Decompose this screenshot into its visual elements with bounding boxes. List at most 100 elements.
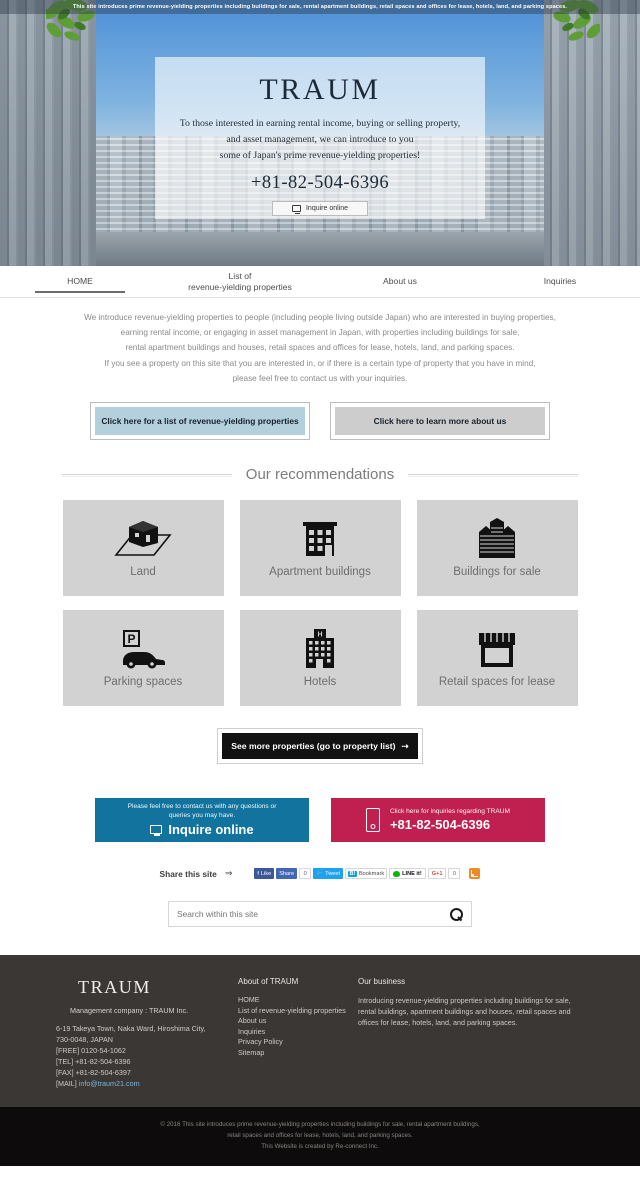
storefront-icon xyxy=(475,628,519,670)
facebook-like-button[interactable]: f Like xyxy=(254,868,275,880)
google-plus-label: G+1 xyxy=(431,870,443,877)
hero-phone-number: +81-82-504-6396 xyxy=(250,173,390,193)
category-tile-land-label: Land xyxy=(130,566,156,579)
nav-item-about-us[interactable]: About us xyxy=(320,266,480,298)
intro-paragraph: We introduce revenue-yielding properties… xyxy=(0,298,640,386)
hero-inquire-online-label: Inquire online xyxy=(305,205,349,212)
footer-link-property-list[interactable]: List of revenue-yielding properties xyxy=(238,1006,358,1017)
parking-car-icon: P xyxy=(117,628,169,670)
footer-mail-link[interactable]: info@traum21.com xyxy=(79,1079,140,1088)
category-tile-hotels-label: Hotels xyxy=(303,676,337,689)
monitor-icon xyxy=(150,824,163,837)
intro-line-4: If you see a property on this site that … xyxy=(104,358,536,368)
mobile-phone-icon xyxy=(365,808,380,833)
site-search-box[interactable] xyxy=(168,901,472,928)
category-tile-parking-spaces-label: Parking spaces xyxy=(103,676,183,689)
footer-link-home[interactable]: HOME xyxy=(238,995,358,1006)
facebook-share-button[interactable]: Share xyxy=(276,868,298,880)
see-more-properties-label: See more properties (go to property list… xyxy=(231,741,396,752)
hatena-bookmark-label: Bookmark xyxy=(358,870,385,877)
inquire-online-banner-line-2: queries you may have. xyxy=(168,812,236,820)
footer-columns: TRAUM Management company : TRAUM Inc. 6-… xyxy=(0,977,640,1089)
heading-rule-right xyxy=(408,474,578,476)
footer-address-line-2: 730-0048, JAPAN xyxy=(56,1035,114,1045)
line-share-button[interactable]: LINE it! xyxy=(389,868,426,880)
category-grid: Land Apartment buildings Buildings for s… xyxy=(0,500,640,707)
hero-banner: This site introduces prime revenue-yield… xyxy=(0,0,640,266)
line-share-label: LINE it! xyxy=(402,870,422,877)
share-label: Share this site xyxy=(159,868,217,879)
site-search-wrapper xyxy=(0,901,640,928)
rss-feed-icon[interactable] xyxy=(469,868,481,880)
intro-line-5: please feel free to contact us with your… xyxy=(232,373,408,383)
footer-link-privacy-policy[interactable]: Privacy Policy xyxy=(238,1037,358,1048)
footer-business-column: Our business Introducing revenue-yieldin… xyxy=(358,977,584,1089)
nav-item-property-list-label-1: List of xyxy=(228,270,252,281)
inquire-online-banner[interactable]: Please feel free to contact us with any … xyxy=(95,798,309,843)
category-tile-retail-spaces[interactable]: Retail spaces for lease xyxy=(416,610,578,707)
footer-link-sitemap[interactable]: Sitemap xyxy=(238,1048,358,1059)
footer-management-company: Management company : TRAUM Inc. xyxy=(70,1006,189,1016)
nav-item-home[interactable]: HOME xyxy=(0,266,160,298)
search-input[interactable] xyxy=(177,909,450,920)
see-more-wrapper: See more properties (go to property list… xyxy=(0,728,640,765)
hatena-bookmark-button[interactable]: B! Bookmark xyxy=(345,868,388,880)
category-tile-land[interactable]: Land xyxy=(62,500,224,597)
category-tile-parking-spaces[interactable]: P Parking spaces xyxy=(62,610,224,707)
twitter-tweet-label: Tweet xyxy=(325,870,341,877)
svg-text:P: P xyxy=(127,632,135,646)
cta-button-row: Click here for a list of revenue-yieldin… xyxy=(0,402,640,441)
intro-line-1: We introduce revenue-yielding properties… xyxy=(84,313,556,322)
footer-link-inquiries[interactable]: Inquiries xyxy=(238,1027,358,1038)
search-icon[interactable] xyxy=(450,907,463,921)
inquire-online-banner-label: Inquire online xyxy=(168,821,254,837)
footer-business-line-1: Introducing revenue-yielding properties … xyxy=(358,996,571,1006)
cta-about-us-button[interactable]: Click here to learn more about us xyxy=(330,402,550,441)
hero-inquire-online-button[interactable]: Inquire online xyxy=(272,201,368,216)
phone-inquiry-banner-note: Click here for inquiries regarding TRAUM xyxy=(389,808,511,816)
footer-link-about-us[interactable]: About us xyxy=(238,1016,358,1027)
cta-property-list-button[interactable]: Click here for a list of revenue-yieldin… xyxy=(90,402,310,441)
twitter-icon: 🐦 xyxy=(316,870,324,877)
line-icon xyxy=(393,870,401,877)
share-buttons: f Like Share 0 🐦 Tweet B! Bookmark LINE … xyxy=(254,868,481,880)
footer-about-column: About of TRAUM HOME List of revenue-yiel… xyxy=(238,977,358,1089)
google-plus-button[interactable]: G+1 xyxy=(427,868,447,880)
hero-right-buildings xyxy=(544,0,640,266)
footer-contact-details: 6-19 Takeya Town, Naka Ward, Hiroshima C… xyxy=(56,1023,238,1089)
site-footer: TRAUM Management company : TRAUM Inc. 6-… xyxy=(0,955,640,1108)
nav-item-home-label: HOME xyxy=(67,276,93,286)
apartment-building-icon xyxy=(299,518,341,560)
phone-inquiry-banner[interactable]: Click here for inquiries regarding TRAUM… xyxy=(331,798,545,843)
footer-mail-label: [MAIL] xyxy=(56,1079,77,1089)
twitter-tweet-button[interactable]: 🐦 Tweet xyxy=(313,868,344,880)
see-more-frame: See more properties (go to property list… xyxy=(217,728,423,765)
cta-about-us-label: Click here to learn more about us xyxy=(335,407,545,436)
hero-subtitle-line-3: some of Japan's prime revenue-yielding p… xyxy=(219,150,421,161)
category-tile-hotels[interactable]: H Hotels xyxy=(239,610,401,707)
copyright-line-1: © 2016 This site introduces prime revenu… xyxy=(160,1121,480,1129)
facebook-like-label: Like xyxy=(260,870,272,877)
hotel-icon: H xyxy=(300,628,340,670)
nav-item-property-list[interactable]: List of revenue-yielding properties xyxy=(160,266,320,298)
see-more-properties-button[interactable]: See more properties (go to property list… xyxy=(222,733,418,760)
category-tile-buildings-for-sale[interactable]: Buildings for sale xyxy=(416,500,578,597)
category-tile-buildings-for-sale-label: Buildings for sale xyxy=(453,566,541,579)
heading-rule-left xyxy=(62,474,232,476)
facebook-share-label: Share xyxy=(279,870,295,877)
main-navigation: HOME List of revenue-yielding properties… xyxy=(0,266,640,298)
recommendations-heading: Our recommendations xyxy=(62,466,578,483)
arrow-right-icon: ⇢ xyxy=(401,740,409,751)
land-icon xyxy=(110,518,176,560)
hero-subtitle: To those interested in earning rental in… xyxy=(155,116,485,164)
inquire-online-banner-line-1: Please feel free to contact us with any … xyxy=(127,803,277,811)
nav-item-inquiries[interactable]: Inquiries xyxy=(480,266,640,298)
footer-business-line-2: rental buildings, apartment buildings an… xyxy=(358,1007,571,1017)
skyscraper-icon xyxy=(475,518,519,560)
cta-property-list-label: Click here for a list of revenue-yieldin… xyxy=(95,407,305,436)
copyright-bar: © 2016 This site introduces prime revenu… xyxy=(0,1107,640,1167)
recommendations-heading-text: Our recommendations xyxy=(245,466,395,484)
arrow-right-double-icon: ⇒ xyxy=(224,868,233,879)
share-row: Share this site ⇒ f Like Share 0 🐦 Tweet… xyxy=(0,868,640,880)
category-tile-apartment-buildings[interactable]: Apartment buildings xyxy=(239,500,401,597)
